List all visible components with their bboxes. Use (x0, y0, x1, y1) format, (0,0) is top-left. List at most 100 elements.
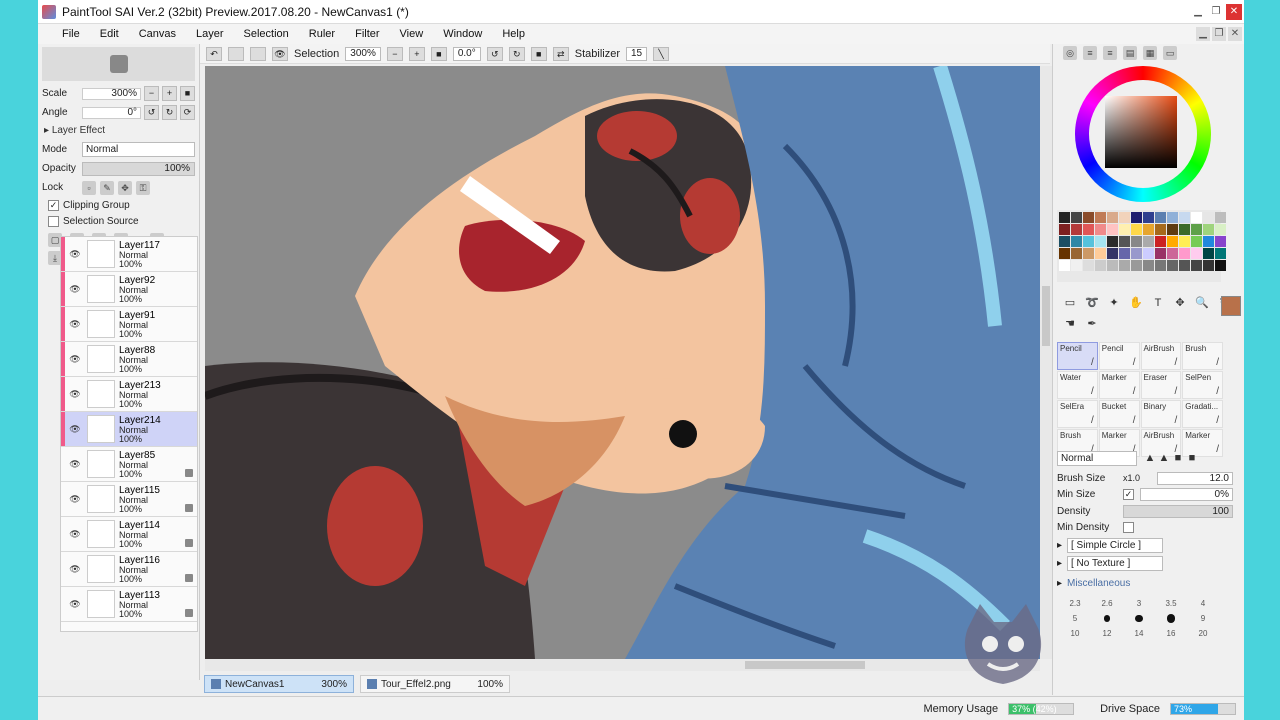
color-swatch[interactable] (1179, 260, 1190, 271)
color-swatch[interactable] (1083, 248, 1094, 259)
brush-slot[interactable]: Eraser (1140, 371, 1182, 399)
swatches-tab-icon[interactable]: ▦ (1143, 46, 1157, 60)
menu-window[interactable]: Window (433, 28, 492, 40)
color-swatch[interactable] (1095, 260, 1106, 271)
color-swatch[interactable] (1059, 260, 1070, 271)
brush-slot[interactable]: Brush (1182, 342, 1223, 370)
angle-slider[interactable]: 0° (82, 106, 141, 119)
color-swatch[interactable] (1059, 248, 1070, 259)
layer-row[interactable]: 👁 Layer213 Normal 100% (61, 377, 197, 412)
color-swatch[interactable] (1143, 212, 1154, 223)
color-swatch[interactable] (1095, 224, 1106, 235)
color-swatch[interactable] (1143, 236, 1154, 247)
horizontal-scroll-thumb[interactable] (745, 661, 865, 669)
color-swatch[interactable] (1203, 224, 1214, 235)
brush-slot[interactable]: SelEra (1057, 400, 1098, 428)
color-swatch[interactable] (1191, 224, 1202, 235)
tab-newcanvas1[interactable]: NewCanvas1 300% (204, 675, 354, 693)
color-swatch[interactable] (1167, 212, 1178, 223)
color-swatch[interactable] (1095, 212, 1106, 223)
line-tool-icon[interactable]: ╲ (653, 46, 670, 61)
layer-row[interactable]: 👁 Layer85 Normal 100% (61, 447, 197, 482)
brush-size-preset[interactable] (1103, 615, 1111, 622)
rgb-slider-tab-icon[interactable]: ≡ (1083, 46, 1097, 60)
color-swatch[interactable] (1071, 260, 1082, 271)
zoom-reset-icon[interactable]: ■ (180, 86, 195, 101)
rect-select-icon[interactable]: ▭ (1063, 296, 1077, 310)
tab-tour-effel2[interactable]: Tour_Effel2.png 100% (360, 675, 510, 693)
brush-size-preset[interactable]: 14 (1135, 629, 1144, 638)
brush-shape-icon[interactable]: ▲ (1157, 451, 1171, 465)
zoom-fit-icon[interactable]: ■ (430, 46, 447, 61)
brush-size-preset[interactable] (1135, 614, 1143, 623)
layer-row[interactable]: 👁 Layer91 Normal 100% (61, 307, 197, 342)
rotate-right-icon[interactable]: ↻ (162, 105, 177, 120)
rotation-field[interactable]: 0.0° (452, 46, 481, 61)
visibility-eye-icon[interactable]: 👁 (67, 494, 83, 505)
eye-icon[interactable]: 👁 (272, 46, 288, 61)
layer-effect-header[interactable]: ▸ Layer Effect (38, 122, 199, 140)
restore-button[interactable]: ❐ (1208, 4, 1224, 20)
selection-source-toggle[interactable]: Selection Source (38, 213, 199, 229)
hand-icon[interactable]: ✋ (1129, 296, 1143, 310)
color-swatch[interactable] (1131, 236, 1142, 247)
layer-row[interactable]: 👁 Layer114 Normal 100% (61, 517, 197, 552)
layer-row[interactable]: 👁 Layer115 Normal 100% (61, 482, 197, 517)
selection-source-checkbox[interactable] (48, 215, 59, 227)
menu-edit[interactable]: Edit (90, 28, 129, 40)
color-swatch[interactable] (1155, 248, 1166, 259)
lock-paint-icon[interactable]: ✎ (100, 180, 114, 195)
selection-label[interactable]: Selection (294, 48, 339, 60)
color-swatch[interactable] (1071, 236, 1082, 247)
brush-slot[interactable]: Pencil (1057, 342, 1098, 370)
visibility-eye-icon[interactable]: 👁 (67, 424, 83, 435)
brush-size-preset[interactable] (1166, 614, 1176, 623)
color-swatch[interactable] (1203, 260, 1214, 271)
hand-pan-icon[interactable]: ☚ (1063, 317, 1077, 331)
color-swatch[interactable] (1215, 260, 1226, 271)
color-swatch[interactable] (1203, 212, 1214, 223)
flip-horizontal-icon[interactable]: ⇄ (552, 46, 569, 61)
brush-size-preset[interactable]: 9 (1201, 614, 1205, 623)
visibility-eye-icon[interactable]: 👁 (67, 319, 83, 330)
color-swatch[interactable] (1119, 224, 1130, 235)
menu-selection[interactable]: Selection (234, 28, 299, 40)
color-swatch[interactable] (1119, 248, 1130, 259)
brush-size-multiplier[interactable]: x1.0 (1123, 473, 1157, 483)
lasso-icon[interactable]: ➰ (1085, 296, 1099, 310)
zoom-in-icon[interactable]: + (408, 46, 425, 61)
color-swatch[interactable] (1191, 212, 1202, 223)
rotate-reset-icon[interactable]: ■ (530, 46, 547, 61)
visibility-eye-icon[interactable]: 👁 (67, 284, 83, 295)
color-swatch[interactable] (1059, 236, 1070, 247)
color-swatch[interactable] (1215, 224, 1226, 235)
layer-row[interactable]: 👁 Layer113 Normal 100% (61, 587, 197, 622)
brush-size-preset[interactable]: 10 (1071, 629, 1080, 638)
opacity-slider[interactable]: 100% (82, 161, 195, 176)
color-swatch[interactable] (1107, 224, 1118, 235)
brush-size-preset[interactable]: 2.6 (1101, 599, 1112, 608)
brush-size-preset[interactable]: 4 (1201, 599, 1205, 608)
brush-slot[interactable]: Bucket (1098, 400, 1140, 428)
minimize-button[interactable]: ▁ (1190, 4, 1206, 20)
brush-size-preset[interactable]: 20 (1199, 629, 1208, 638)
brush-slot[interactable]: Marker (1098, 371, 1140, 399)
doc-restore-button[interactable]: ❐ (1212, 27, 1226, 41)
brush-slot[interactable]: SelPen (1182, 371, 1223, 399)
color-swatch[interactable] (1083, 224, 1094, 235)
color-swatch[interactable] (1143, 224, 1154, 235)
visibility-eye-icon[interactable]: 👁 (67, 529, 83, 540)
color-swatch[interactable] (1167, 248, 1178, 259)
color-swatch[interactable] (1071, 212, 1082, 223)
color-swatch[interactable] (1131, 212, 1142, 223)
brush-blend-mode-select[interactable]: Normal (1057, 450, 1137, 466)
close-button[interactable]: ✕ (1226, 3, 1242, 20)
color-swatch[interactable] (1179, 212, 1190, 223)
clipping-group-toggle[interactable]: ✓ Clipping Group (38, 197, 199, 213)
menu-ruler[interactable]: Ruler (299, 28, 345, 40)
brush-slot[interactable]: Gradati... (1182, 400, 1223, 428)
color-swatch[interactable] (1155, 236, 1166, 247)
scratchpad-tab-icon[interactable]: ▭ (1163, 46, 1177, 60)
blank-tool-icon[interactable] (250, 46, 266, 61)
vertical-scroll-thumb[interactable] (1042, 286, 1050, 346)
